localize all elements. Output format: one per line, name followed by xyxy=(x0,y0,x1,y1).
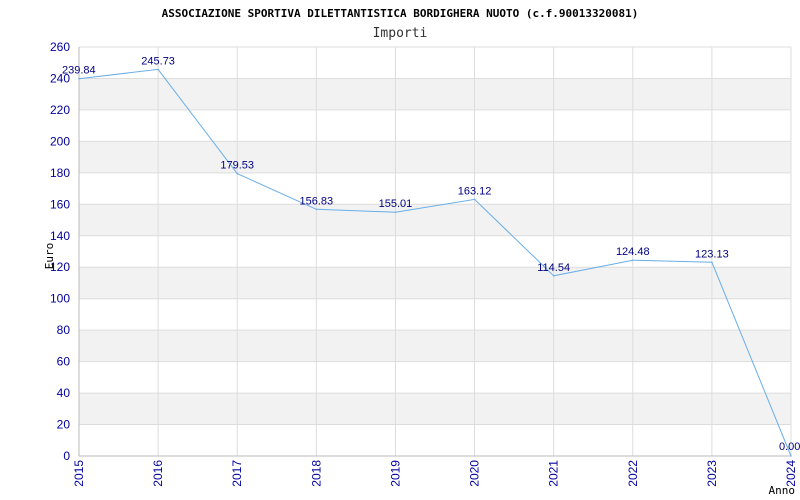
plot-band xyxy=(79,330,791,362)
data-point xyxy=(473,198,476,201)
x-tick-label: 2024 xyxy=(784,460,798,487)
data-label: 245.73 xyxy=(141,55,175,67)
line-chart: ASSOCIAZIONE SPORTIVA DILETTANTISTICA BO… xyxy=(43,7,800,497)
x-tick-label: 2022 xyxy=(626,460,640,487)
data-point xyxy=(394,211,397,213)
x-tick-label: 2018 xyxy=(309,460,323,487)
plot-band xyxy=(79,172,791,205)
plot-band xyxy=(79,298,791,331)
plot-band xyxy=(79,204,791,236)
data-point xyxy=(552,275,555,277)
y-tick-label: 220 xyxy=(50,103,70,117)
y-tick-label: 40 xyxy=(57,386,71,400)
x-axis-title: Anno xyxy=(769,484,796,497)
data-label: 163.12 xyxy=(458,185,492,197)
data-point xyxy=(315,208,318,211)
plot-bands xyxy=(79,47,791,456)
x-tick-label: 2021 xyxy=(547,460,561,487)
plot-band xyxy=(79,267,791,299)
x-tick-label: 2016 xyxy=(151,460,165,487)
y-tick-label: 20 xyxy=(57,418,71,432)
x-tick-label: 2019 xyxy=(388,460,402,487)
y-tick-label: 140 xyxy=(50,229,70,243)
data-point xyxy=(236,172,239,175)
plot-band xyxy=(79,424,791,456)
data-point xyxy=(157,68,159,71)
data-label: 114.54 xyxy=(537,262,570,274)
data-label: 179.53 xyxy=(220,160,254,172)
y-tick-label: 160 xyxy=(50,197,70,211)
y-axis-title: Euro xyxy=(43,243,56,270)
x-tick-label: 2015 xyxy=(72,460,86,487)
plot-band xyxy=(79,393,791,425)
chart-subtitle: Importi xyxy=(373,26,428,41)
plot-band xyxy=(79,141,791,173)
data-label: 156.83 xyxy=(300,195,334,207)
y-tick-label: 60 xyxy=(57,355,71,369)
data-label: 123.13 xyxy=(695,248,729,260)
plot-band xyxy=(79,47,791,79)
data-label: 0.00 xyxy=(779,441,800,453)
data-point xyxy=(790,455,792,457)
plot-band xyxy=(79,361,791,394)
y-tick-label: 0 xyxy=(63,449,70,463)
data-label: 124.48 xyxy=(616,246,650,258)
x-tick-label: 2023 xyxy=(705,460,719,487)
data-point xyxy=(78,77,80,80)
y-tick-label: 100 xyxy=(50,292,70,306)
y-tick-label: 180 xyxy=(50,166,70,180)
y-tick-label: 260 xyxy=(50,40,70,54)
x-tick-labels: 2015 2016 2017 2018 2019 2020 2021 2022 2023 2024 xyxy=(72,460,798,487)
x-tick-label: 2017 xyxy=(230,460,244,487)
y-tick-label: 80 xyxy=(57,323,71,337)
data-label: 239.84 xyxy=(62,65,96,77)
x-tick-label: 2020 xyxy=(468,460,482,487)
data-label: 155.01 xyxy=(379,198,413,210)
plot-band xyxy=(79,235,791,268)
y-tick-label: 200 xyxy=(50,134,70,148)
data-point xyxy=(711,261,713,264)
data-point xyxy=(631,259,634,261)
chart-title: ASSOCIAZIONE SPORTIVA DILETTANTISTICA BO… xyxy=(162,7,639,20)
plot-band xyxy=(79,109,791,142)
